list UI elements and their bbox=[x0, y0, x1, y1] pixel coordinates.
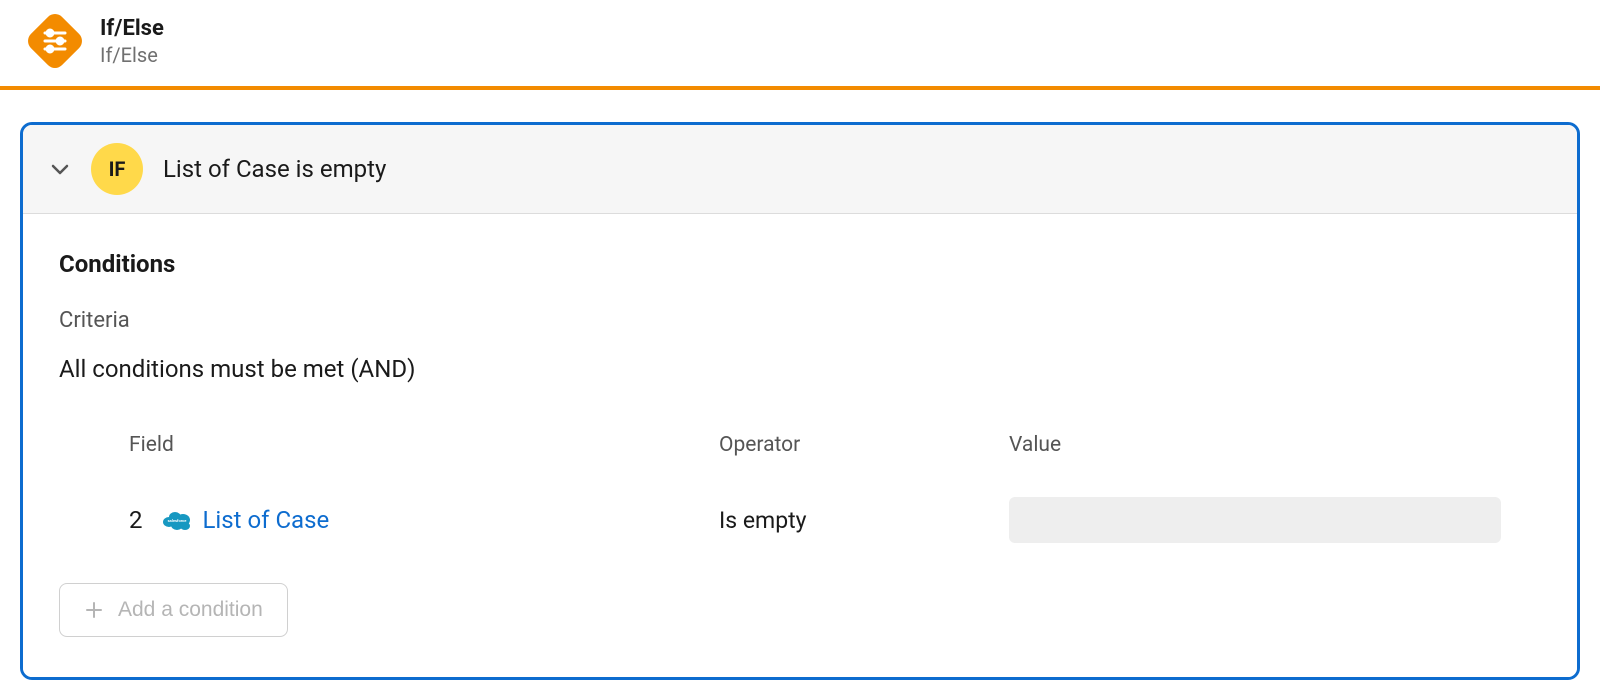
panel-body: Conditions Criteria All conditions must … bbox=[23, 214, 1577, 677]
condition-field-cell[interactable]: 2 salesforce bbox=[129, 486, 699, 534]
condition-operator-value: Is empty bbox=[719, 507, 807, 534]
page-header: If/Else If/Else bbox=[0, 0, 1600, 86]
criteria-label: Criteria bbox=[59, 308, 1541, 333]
if-badge: IF bbox=[91, 143, 143, 195]
add-condition-label: Add a condition bbox=[118, 598, 263, 622]
column-header-operator: Operator bbox=[719, 433, 989, 457]
main-container: IF List of Case is empty Conditions Crit… bbox=[0, 90, 1600, 680]
condition-field-link[interactable]: List of Case bbox=[203, 506, 330, 534]
if-else-icon bbox=[28, 14, 82, 68]
header-subtitle: If/Else bbox=[100, 43, 164, 67]
header-title: If/Else bbox=[100, 16, 164, 41]
conditions-heading: Conditions bbox=[59, 250, 1541, 278]
panel-header-text: List of Case is empty bbox=[163, 155, 386, 183]
condition-number: 2 bbox=[129, 506, 143, 534]
panel-header[interactable]: IF List of Case is empty bbox=[23, 125, 1577, 214]
condition-grid: Field Operator Value 2 bbox=[129, 433, 1501, 543]
add-condition-button[interactable]: Add a condition bbox=[59, 583, 288, 637]
column-header-value: Value bbox=[1009, 433, 1501, 457]
condition-operator-cell[interactable]: Is empty bbox=[719, 487, 989, 534]
header-text-block: If/Else If/Else bbox=[100, 16, 164, 67]
svg-text:salesforce: salesforce bbox=[167, 518, 187, 523]
chevron-down-icon[interactable] bbox=[49, 158, 71, 180]
salesforce-icon: salesforce bbox=[161, 508, 193, 532]
condition-value-cell[interactable] bbox=[1009, 497, 1501, 543]
column-header-field: Field bbox=[129, 433, 699, 457]
if-panel: IF List of Case is empty Conditions Crit… bbox=[20, 122, 1580, 680]
plus-icon bbox=[84, 600, 104, 620]
criteria-value: All conditions must be met (AND) bbox=[59, 355, 1541, 383]
